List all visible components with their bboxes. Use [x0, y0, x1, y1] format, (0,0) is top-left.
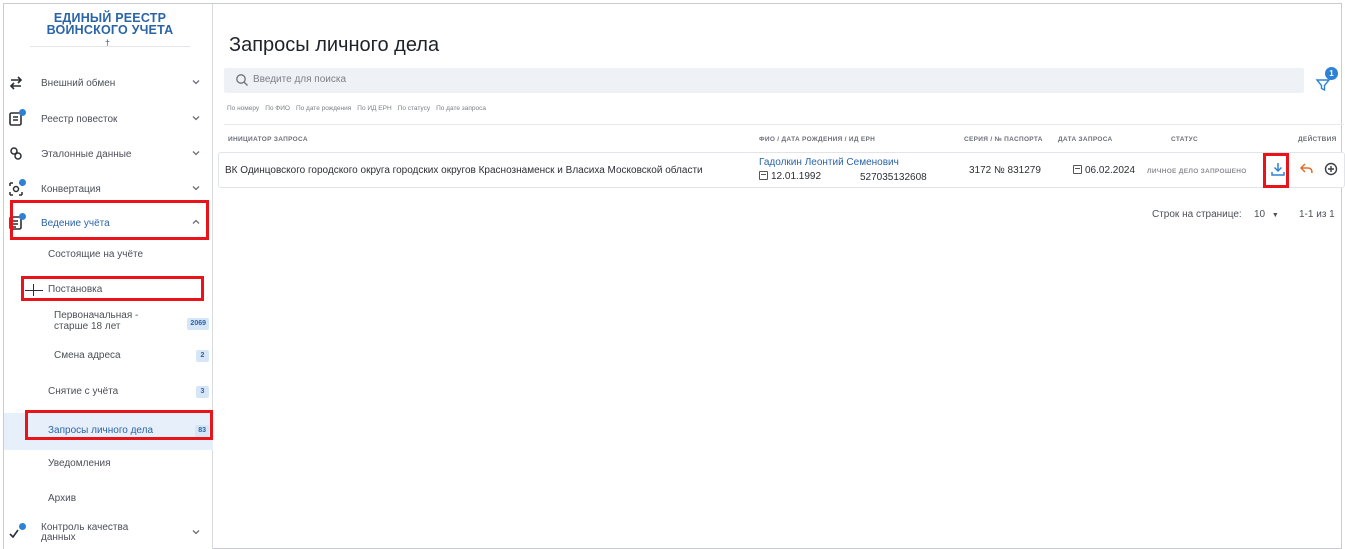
check-person-icon [8, 523, 26, 541]
request-date-value: 06.02.2024 [1085, 165, 1136, 176]
rows-per-page-label: Строк на странице: [1152, 209, 1242, 220]
reply-icon[interactable] [1298, 160, 1316, 178]
sidebar-subitem-label: Запросы личного дела [48, 425, 154, 436]
logo-line-2: ВОИНСКОГО УЧЕТА [46, 23, 174, 37]
table-header: ИНИЦИАТОР ЗАПРОСА ФИО / ДАТА РОЖДЕНИЯ / … [224, 124, 1344, 152]
rows-per-page-value: 10 [1254, 209, 1266, 220]
search-bar[interactable]: Введите для поиска [224, 68, 1304, 93]
convert-icon [8, 179, 26, 197]
sidebar-subitem-label: Смена адреса [54, 350, 121, 361]
cell-birth-date: 12.01.1992 [759, 171, 821, 182]
sidebar-subitem-label: Первоначальная - старше 18 лет [54, 310, 139, 332]
sidebar-subitem-initial-over-18[interactable]: Первоначальная - старше 18 лет 2069 [4, 310, 213, 338]
calendar-icon [1073, 165, 1082, 174]
document-notification-icon [8, 109, 26, 127]
sidebar-item-external-exchange[interactable]: Внешний обмен [4, 67, 213, 99]
caret-down-icon: ▼ [1271, 212, 1279, 219]
sidebar-subitem-notifications[interactable]: Уведомления [4, 458, 213, 472]
sidebar-subitem-label: Уведомления [48, 458, 111, 469]
sidebar-item-reference-data[interactable]: Эталонные данные [4, 138, 213, 170]
download-icon[interactable] [1269, 160, 1287, 178]
main-content: Запросы личного дела Введите для поиска … [214, 4, 1345, 549]
column-header-request-date[interactable]: ДАТА ЗАПРОСА [1058, 136, 1113, 143]
sidebar-item-label: Внешний обмен [41, 77, 116, 89]
chip-by-fio[interactable]: По ФИО [265, 105, 290, 112]
column-header-actions: ДЕЙСТВИЯ [1298, 136, 1337, 143]
sidebar-item-conversion[interactable]: Конвертация [4, 173, 213, 205]
sidebar-item-summons-registry[interactable]: Реестр повесток [4, 103, 213, 135]
sidebar-item-label: Эталонные данные [41, 148, 132, 160]
sidebar-subitem-on-record[interactable]: Состоящие на учёте [4, 249, 213, 263]
count-badge: 2 [196, 350, 209, 362]
chevron-up-icon [190, 217, 202, 229]
sidebar-subitem-deregistration[interactable]: Снятие с учёта 3 [4, 386, 213, 400]
add-circle-icon[interactable] [1323, 161, 1341, 179]
calendar-icon [759, 171, 768, 180]
chevron-down-icon [190, 148, 202, 160]
sidebar-subitem-archive[interactable]: Архив [4, 493, 213, 507]
search-input[interactable]: Введите для поиска [253, 74, 346, 85]
search-filter-chips: По номеру По ФИО По дате рождения По ИД … [227, 105, 486, 112]
table-row[interactable]: ВК Одинцовского городского округа городс… [218, 152, 1345, 188]
sidebar-item-label: Конвертация [41, 183, 101, 195]
cell-fio-link[interactable]: Гадолкин Леонтий Семенович [759, 157, 899, 168]
sidebar-subitem-label: Архив [48, 493, 77, 504]
app-logo[interactable]: ЕДИНЫЙ РЕЕСТР ВОИНСКОГО УЧЕТА [30, 12, 190, 37]
chip-by-ern-id[interactable]: По ИД ЕРН [357, 105, 391, 112]
sidebar-subitem-address-change[interactable]: Смена адреса 2 [4, 350, 213, 364]
column-header-fio[interactable]: ФИО / ДАТА РОЖДЕНИЯ / ИД ЕРН [759, 136, 875, 143]
count-badge: 83 [195, 425, 209, 437]
sidebar-subitem-enrollment[interactable]: Постановка [4, 284, 213, 298]
chevron-down-icon [190, 183, 202, 195]
cell-initiator: ВК Одинцовского городского округа городс… [225, 165, 703, 176]
sidebar: ЕДИНЫЙ РЕЕСТР ВОИНСКОГО УЧЕТА † Внешний … [4, 4, 213, 549]
status-badge: ЛИЧНОЕ ДЕЛО ЗАПРОШЕНО [1147, 168, 1247, 175]
count-badge: 3 [196, 386, 209, 398]
search-icon [235, 73, 249, 87]
sidebar-item-label: Ведение учёта [41, 217, 110, 229]
pagination-range: 1-1 из 1 [1299, 209, 1335, 220]
filter-count-badge: 1 [1325, 67, 1338, 80]
sidebar-subitem-file-requests[interactable]: Запросы личного дела 83 [4, 413, 213, 450]
sidebar-subitem-label: Постановка [48, 284, 103, 295]
column-header-passport[interactable]: СЕРИЯ / № ПАСПОРТА [964, 136, 1043, 143]
sidebar-subitem-label: Состоящие на учёте [48, 249, 144, 260]
chevron-down-icon [190, 77, 202, 89]
cell-passport: 3172 № 831279 [969, 165, 1041, 176]
page-title: Запросы личного дела [229, 34, 440, 56]
chip-by-status[interactable]: По статусу [398, 105, 430, 112]
column-header-initiator[interactable]: ИНИЦИАТОР ЗАПРОСА [228, 136, 308, 143]
divider [30, 46, 190, 47]
registry-icon [8, 213, 26, 231]
sidebar-subitem-label: Снятие с учёта [48, 386, 119, 397]
users-icon [8, 146, 24, 162]
sidebar-item-label: Реестр повесток [41, 113, 118, 125]
sidebar-item-data-quality[interactable]: Контроль качества данных [4, 519, 213, 547]
sidebar-item-registration[interactable]: Ведение учёта [4, 207, 213, 239]
chip-by-birth-date[interactable]: По дате рождения [296, 105, 351, 112]
app-window: ЕДИНЫЙ РЕЕСТР ВОИНСКОГО УЧЕТА † Внешний … [3, 3, 1345, 549]
chevron-down-icon [190, 527, 202, 539]
birth-date-value: 12.01.1992 [771, 171, 822, 182]
rows-per-page-select[interactable]: 10 ▼ [1254, 209, 1279, 220]
cell-request-date: 06.02.2024 [1073, 165, 1135, 176]
sidebar-item-label: Контроль качества данных [41, 522, 129, 543]
count-badge: 2069 [187, 318, 209, 330]
chevron-down-icon [190, 113, 202, 125]
cell-ern-id: 527035132608 [860, 172, 927, 183]
chip-by-number[interactable]: По номеру [227, 105, 259, 112]
chip-by-request-date[interactable]: По дате запроса [436, 105, 486, 112]
column-header-status[interactable]: СТАТУС [1171, 136, 1198, 143]
arrows-exchange-icon [8, 75, 24, 91]
